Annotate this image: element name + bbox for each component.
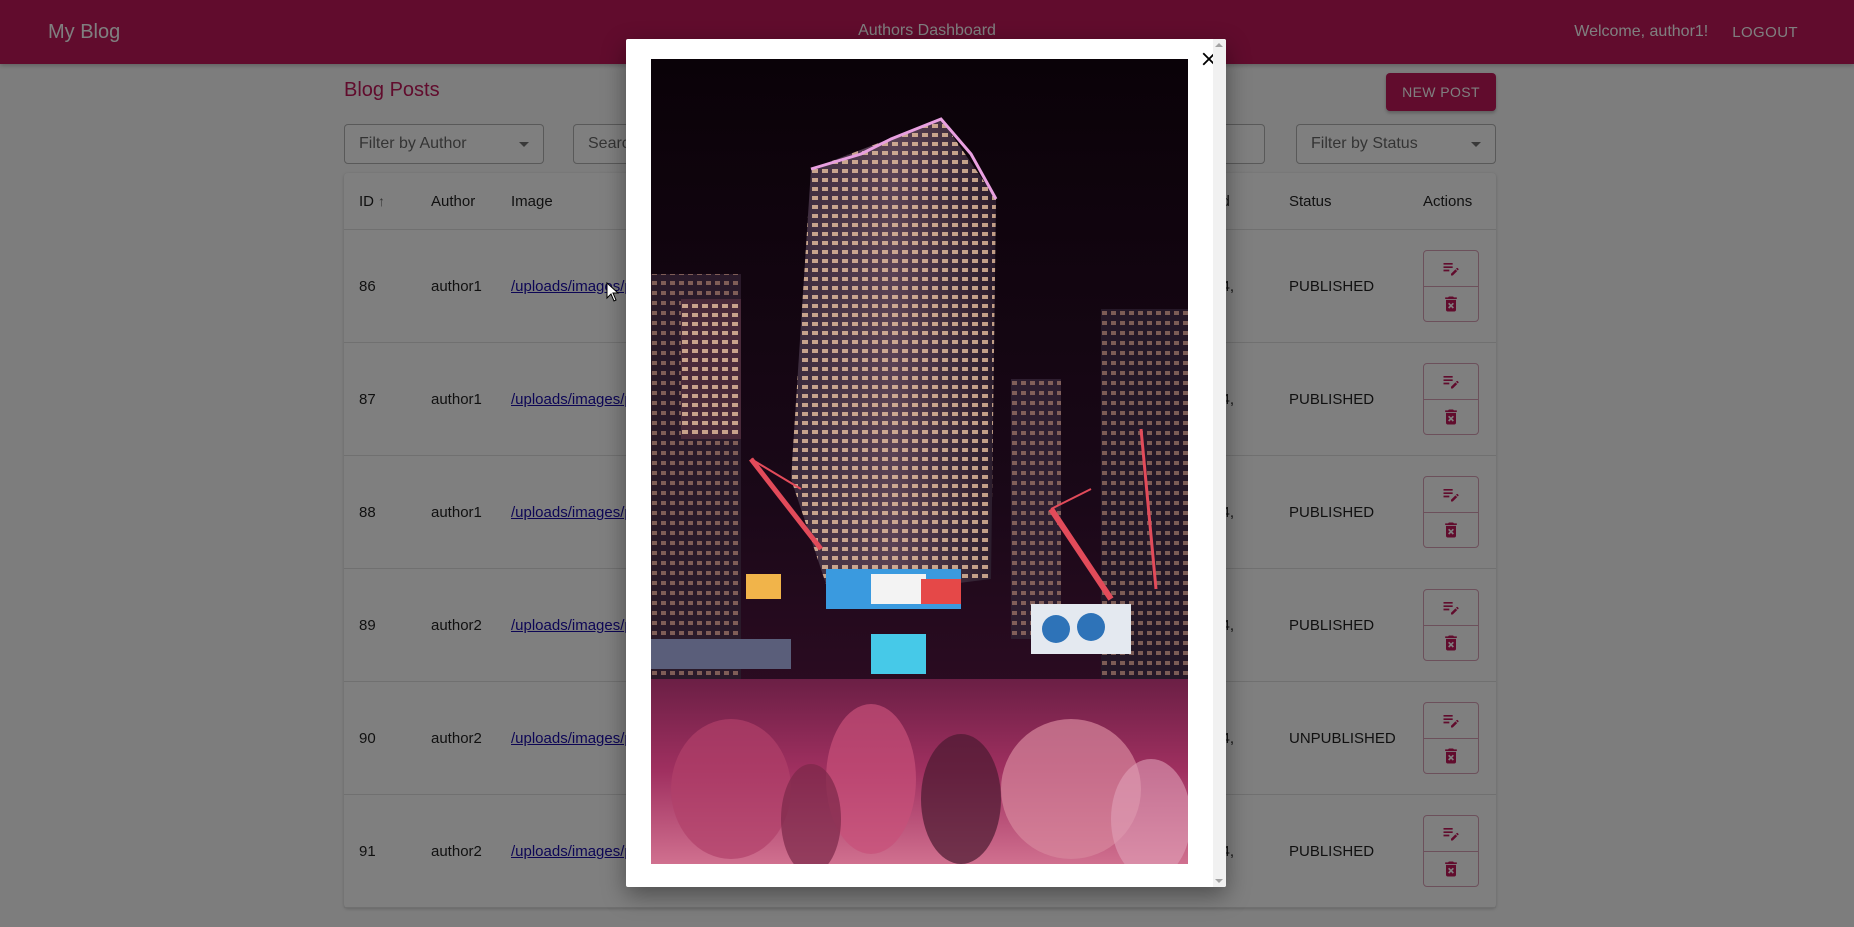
mouse-cursor-icon	[606, 282, 620, 302]
preview-image	[651, 59, 1188, 864]
scroll-down-icon[interactable]	[1215, 879, 1223, 883]
dialog-scrollbar[interactable]	[1213, 39, 1226, 887]
image-preview-dialog	[626, 39, 1226, 887]
scroll-up-icon[interactable]	[1215, 43, 1223, 47]
